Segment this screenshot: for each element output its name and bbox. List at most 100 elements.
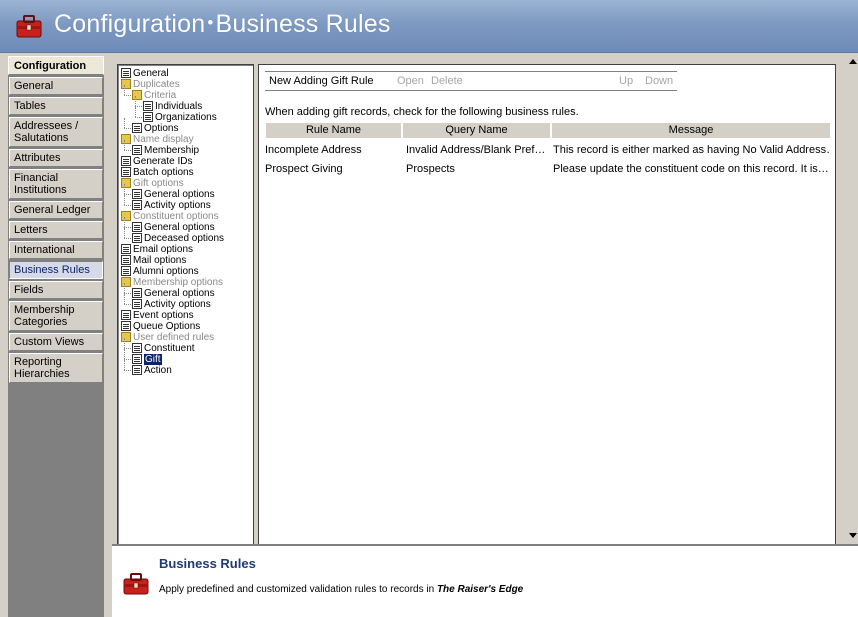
delete-button[interactable]: Delete [431, 75, 463, 87]
nav-item-label: Addressees / Salutations [14, 120, 79, 144]
tree-node[interactable]: Name display [118, 134, 253, 145]
tree-node[interactable]: General [118, 68, 253, 79]
tree-node[interactable]: Organizations [118, 107, 253, 123]
document-icon [132, 189, 142, 199]
nav-item-label: Business Rules [14, 264, 90, 276]
nav-item-label: Tables [14, 100, 46, 112]
folder-icon [121, 178, 131, 188]
row2-message[interactable]: Please update the constituent code on th… [553, 162, 831, 176]
up-button[interactable]: Up [619, 75, 633, 87]
row1-message[interactable]: This record is either marked as having N… [553, 143, 831, 157]
new-rule-button[interactable]: New Adding Gift Rule [269, 75, 374, 87]
document-icon [143, 101, 153, 111]
tree-node[interactable]: Action [118, 360, 253, 376]
tree-node[interactable]: Email options [118, 244, 253, 255]
column-header-message[interactable]: Message [551, 123, 831, 138]
tree-node[interactable]: Gift options [118, 178, 253, 189]
nav-item-international[interactable]: International [9, 241, 103, 259]
document-icon [121, 68, 131, 78]
description-pane: Business Rules Apply predefined and cust… [112, 544, 858, 617]
document-icon [121, 266, 131, 276]
tree-node-label: Membership options [133, 277, 224, 288]
nav-item-label: Letters [14, 224, 48, 236]
tree-node[interactable]: General options [118, 184, 253, 200]
tree-node[interactable]: Constituent [118, 338, 253, 354]
vertical-scrollbar[interactable] [848, 56, 858, 542]
tree-node[interactable]: User defined rules [118, 332, 253, 343]
column-header-rule-name[interactable]: Rule Name [265, 123, 402, 138]
nav-item-addressees-salutations[interactable]: Addressees / Salutations [9, 117, 103, 147]
tree-node[interactable]: Deceased options [118, 228, 253, 244]
row1-query-name[interactable]: Invalid Address/Blank Pref… [406, 143, 549, 157]
scroll-down-icon[interactable] [849, 533, 857, 538]
nav-item-tables[interactable]: Tables [9, 97, 103, 115]
toolbox-icon [123, 573, 149, 595]
folder-icon [121, 332, 131, 342]
tree-node[interactable]: Individuals [118, 96, 253, 112]
tree-node[interactable]: Queue Options [118, 321, 253, 332]
row2-rule-name[interactable]: Prospect Giving [265, 162, 400, 176]
tree-node[interactable]: Event options [118, 310, 253, 321]
rules-intro: When adding gift records, check for the … [265, 106, 579, 118]
tree-node-label: Individuals [155, 101, 203, 112]
nav-item-label: Membership Categories [14, 304, 75, 328]
scroll-up-icon[interactable] [849, 59, 857, 64]
nav-item-fields[interactable]: Fields [9, 281, 103, 299]
document-icon [121, 156, 131, 166]
tree-node-label: Constituent [144, 343, 195, 354]
nav-item-label: Attributes [14, 152, 61, 164]
nav-item-financial-institutions[interactable]: Financial Institutions [9, 169, 103, 199]
tree-node-label: Name display [133, 134, 194, 145]
tree-node[interactable]: Duplicates [118, 79, 253, 90]
tree-node[interactable]: General options [118, 217, 253, 233]
tree-node[interactable]: Generate IDs [118, 156, 253, 167]
nav-item-letters[interactable]: Letters [9, 221, 103, 239]
row1-rule-name[interactable]: Incomplete Address [265, 143, 400, 157]
tree-node[interactable]: Activity options [118, 195, 253, 211]
nav-item-general[interactable]: General [9, 77, 103, 95]
tree-node[interactable]: Mail options [118, 255, 253, 266]
tree-node-label: Activity options [144, 299, 211, 310]
tree-node[interactable]: Gift [118, 349, 253, 365]
tree-node[interactable]: Options [118, 118, 253, 134]
nav-item-general-ledger[interactable]: General Ledger [9, 201, 103, 219]
row2-query-name[interactable]: Prospects [406, 162, 549, 176]
document-icon [132, 222, 142, 232]
tree-node[interactable]: General options [118, 283, 253, 299]
nav-splitter[interactable] [104, 56, 112, 617]
document-icon [121, 255, 131, 265]
tree-node-label: Alumni options [133, 266, 199, 277]
nav-item-business-rules[interactable]: Business Rules [9, 261, 103, 279]
tree-node-label: General [133, 68, 169, 79]
nav-item-label: Reporting Hierarchies [14, 356, 70, 380]
tree-node-label: General options [144, 222, 215, 233]
document-icon [121, 321, 131, 331]
nav-item-membership-categories[interactable]: Membership Categories [9, 301, 103, 331]
open-button[interactable]: Open [397, 75, 424, 87]
tree-node-label: Constituent options [133, 211, 219, 222]
nav-item-reporting-hierarchies[interactable]: Reporting Hierarchies [9, 353, 103, 383]
rules-panel: New Adding Gift Rule Open Delete Up Down… [258, 64, 836, 548]
nav-item-label: Fields [14, 284, 44, 296]
column-header-query-name[interactable]: Query Name [402, 123, 551, 138]
document-icon [121, 167, 131, 177]
tree-node[interactable]: Criteria [118, 85, 253, 101]
tree-node[interactable]: Activity options [118, 294, 253, 310]
tree-node-label: Batch options [133, 167, 194, 178]
tree-node[interactable]: Membership options [118, 277, 253, 288]
tree-node[interactable]: Batch options [118, 167, 253, 178]
document-icon [132, 365, 142, 375]
nav-item-attributes[interactable]: Attributes [9, 149, 103, 167]
rules-tree[interactable]: General Duplicates Criteria Individuals Orga… [117, 64, 254, 548]
nav-item-label: Financial Institutions [14, 172, 67, 196]
nav-item-custom-views[interactable]: Custom Views [9, 333, 103, 351]
document-icon [132, 200, 142, 210]
tree-node[interactable]: Alumni options [118, 266, 253, 277]
tree-node-label: Mail options [133, 255, 187, 266]
down-button[interactable]: Down [645, 75, 673, 87]
tree-node[interactable]: Membership [118, 140, 253, 156]
tree-node-label: Activity options [144, 200, 211, 211]
product-name: The Raiser's Edge [436, 584, 524, 595]
nav-item-label: General Ledger [14, 204, 91, 216]
tree-node[interactable]: Constituent options [118, 211, 253, 222]
